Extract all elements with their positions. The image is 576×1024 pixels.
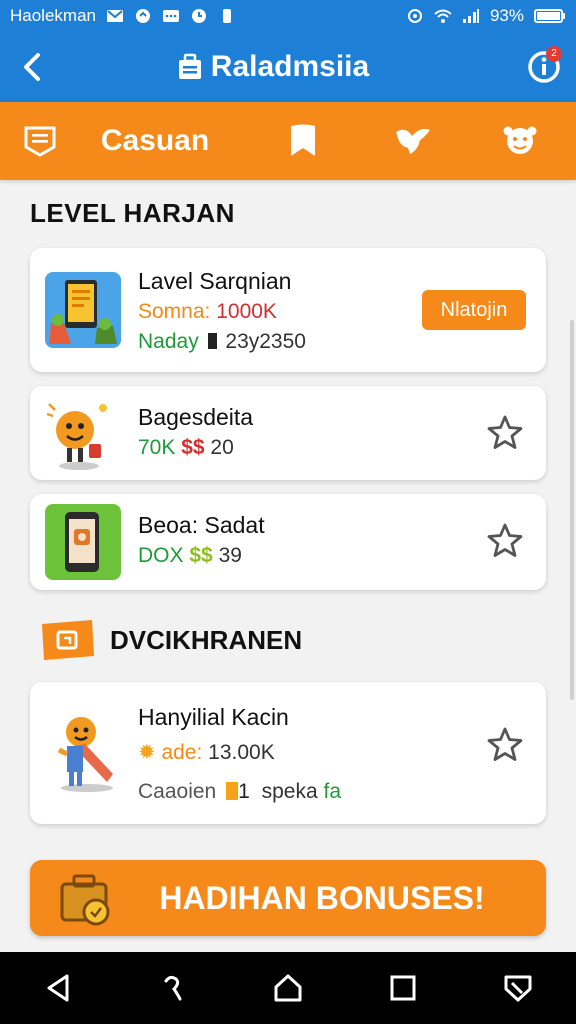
currency-symbol: $$ bbox=[189, 544, 213, 567]
alarm-icon bbox=[406, 8, 424, 24]
bonus-briefcase-icon bbox=[60, 874, 110, 926]
tab-bookmark[interactable] bbox=[245, 102, 360, 180]
tab-mascot[interactable] bbox=[465, 102, 575, 180]
clock-icon bbox=[190, 8, 208, 24]
battery-percent: 93% bbox=[489, 6, 524, 25]
prize-value: 1000K bbox=[216, 300, 277, 323]
date-value: 23y2350 bbox=[225, 330, 306, 353]
price-value: 39 bbox=[218, 544, 242, 567]
price-value: 20 bbox=[210, 436, 234, 459]
section-title-level-harjan: LEVEL HARJAN bbox=[30, 198, 235, 228]
briefcase-icon bbox=[178, 53, 201, 79]
tab-label-casuan: Casuan bbox=[100, 124, 210, 157]
claim-button[interactable]: Nlatojin bbox=[422, 290, 526, 330]
featured-card[interactable]: Hanyilial Kacin ✹ ade: 13.00K Caaoien 1 … bbox=[30, 682, 546, 824]
running-mascot-icon bbox=[45, 710, 129, 794]
card-title: Hanyilial Kacin bbox=[138, 704, 289, 730]
price-label: 70K bbox=[138, 436, 176, 459]
tab-bar: Casuan bbox=[0, 102, 576, 180]
search-icon bbox=[164, 975, 182, 1001]
bonus-button[interactable]: HADIHAN BONUSES! bbox=[30, 860, 546, 936]
sun-icon: ✹ bbox=[138, 741, 156, 764]
app-title-text: Raladmsiia bbox=[210, 50, 370, 83]
app-title: Raladmsiia bbox=[64, 50, 512, 84]
nav-back-button[interactable] bbox=[38, 968, 78, 1008]
sync-icon bbox=[134, 8, 152, 24]
calendar-mini-icon bbox=[207, 333, 217, 349]
nav-recents-button[interactable] bbox=[383, 968, 423, 1008]
phone-green-icon bbox=[45, 504, 121, 580]
app-bar: Raladmsiia 2 bbox=[0, 32, 576, 102]
mascot-icon bbox=[503, 126, 537, 154]
notification-badge: 2 bbox=[546, 46, 562, 62]
date-label: Naday bbox=[138, 330, 199, 353]
share-icon bbox=[504, 975, 532, 1002]
favorite-star-icon[interactable] bbox=[486, 726, 524, 764]
back-button[interactable] bbox=[0, 32, 64, 102]
ticket-icon bbox=[42, 620, 94, 660]
currency-symbol: $$ bbox=[181, 436, 205, 459]
triangle-back-icon bbox=[47, 974, 69, 1002]
meta-word: speka bbox=[261, 780, 318, 803]
recents-icon bbox=[390, 975, 416, 1001]
favorite-star-icon[interactable] bbox=[486, 414, 524, 452]
nav-share-button[interactable] bbox=[498, 968, 538, 1008]
list-icon bbox=[24, 126, 56, 157]
section-header-dvcikhranen: DVCIKHRANEN bbox=[38, 618, 302, 662]
status-bar: Haolekman 93% bbox=[0, 0, 576, 32]
calendar-mini-icon bbox=[226, 782, 239, 800]
card-prize-line: ✹ ade: 13.00K bbox=[138, 740, 275, 765]
battery-small-icon bbox=[218, 8, 236, 24]
nav-search-button[interactable] bbox=[153, 968, 193, 1008]
card-prize-line: Somna: 1000K bbox=[138, 300, 277, 324]
scrollbar[interactable] bbox=[570, 320, 574, 700]
orange-mascot-icon bbox=[45, 396, 121, 472]
card-date-line: Naday 23y2350 bbox=[138, 330, 306, 354]
card-title: Beoa: Sadat bbox=[138, 512, 265, 538]
section-title-dvcikhranen: DVCIKHRANEN bbox=[110, 624, 303, 655]
prize-label: Somna: bbox=[138, 300, 211, 323]
tab-casuan[interactable]: Casuan bbox=[80, 102, 230, 180]
prize-label: ade: bbox=[161, 741, 203, 764]
tab-bird[interactable] bbox=[360, 102, 465, 180]
system-nav-bar bbox=[0, 952, 576, 1024]
home-icon bbox=[274, 974, 302, 1002]
level-card[interactable]: Lavel Sarqnian Somna: 1000K Naday 23y235… bbox=[30, 248, 546, 372]
back-arrow-icon bbox=[24, 53, 40, 81]
card-title: Bagesdeita bbox=[138, 404, 254, 430]
card-price-line: DOX $$ 39 bbox=[138, 544, 242, 568]
mail-icon bbox=[106, 8, 124, 24]
tab-list[interactable] bbox=[0, 102, 80, 180]
bonus-label: HADIHAN BONUSES! bbox=[159, 879, 485, 916]
card-title: Lavel Sarqnian bbox=[138, 268, 292, 294]
message-icon bbox=[162, 8, 180, 24]
meta-count: 1 bbox=[238, 780, 250, 803]
bird-icon bbox=[395, 128, 430, 154]
signal-icon bbox=[462, 8, 480, 24]
prize-value: 13.00K bbox=[208, 741, 275, 764]
meta-label: Caaoien bbox=[138, 780, 217, 803]
wifi-icon bbox=[434, 8, 452, 24]
carrier-label: Haolekman bbox=[10, 6, 96, 25]
favorite-star-icon[interactable] bbox=[486, 522, 524, 560]
reward-card[interactable]: Beoa: Sadat DOX $$ 39 bbox=[30, 494, 546, 590]
nav-home-button[interactable] bbox=[268, 968, 308, 1008]
bookmark-icon bbox=[290, 124, 315, 156]
card-price-line: 70K $$ 20 bbox=[138, 436, 234, 460]
reward-card[interactable]: Bagesdeita 70K $$ 20 bbox=[30, 386, 546, 480]
meta-tag: fa bbox=[323, 780, 342, 803]
price-label: DOX bbox=[138, 544, 184, 567]
notifications-button[interactable]: 2 bbox=[512, 32, 576, 102]
card-meta-line: Caaoien 1 speka fa bbox=[138, 780, 341, 804]
battery-icon bbox=[534, 8, 566, 24]
phone-app-icon bbox=[45, 272, 121, 348]
